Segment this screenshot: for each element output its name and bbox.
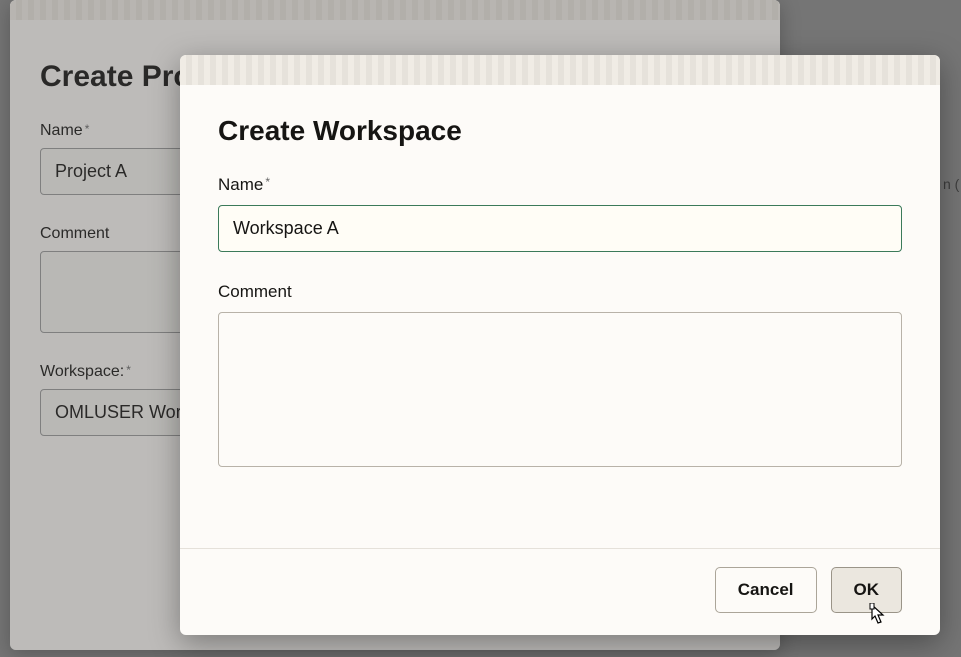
cancel-button[interactable]: Cancel	[715, 567, 817, 613]
workspace-name-input[interactable]	[218, 205, 902, 252]
workspace-name-label-text: Name	[218, 175, 263, 194]
create-workspace-dialog: Create Workspace Name* Comment Cancel OK	[180, 55, 940, 635]
required-star-icon: *	[265, 175, 270, 189]
workspace-comment-label: Comment	[218, 282, 902, 302]
workspace-name-label: Name*	[218, 175, 902, 195]
create-workspace-title: Create Workspace	[218, 115, 902, 147]
ok-button[interactable]: OK	[831, 567, 903, 613]
dialog-footer: Cancel OK	[180, 548, 940, 635]
background-edge-text: n (	[943, 176, 961, 192]
dialog-header-strip	[180, 55, 940, 85]
workspace-comment-textarea[interactable]	[218, 312, 902, 467]
